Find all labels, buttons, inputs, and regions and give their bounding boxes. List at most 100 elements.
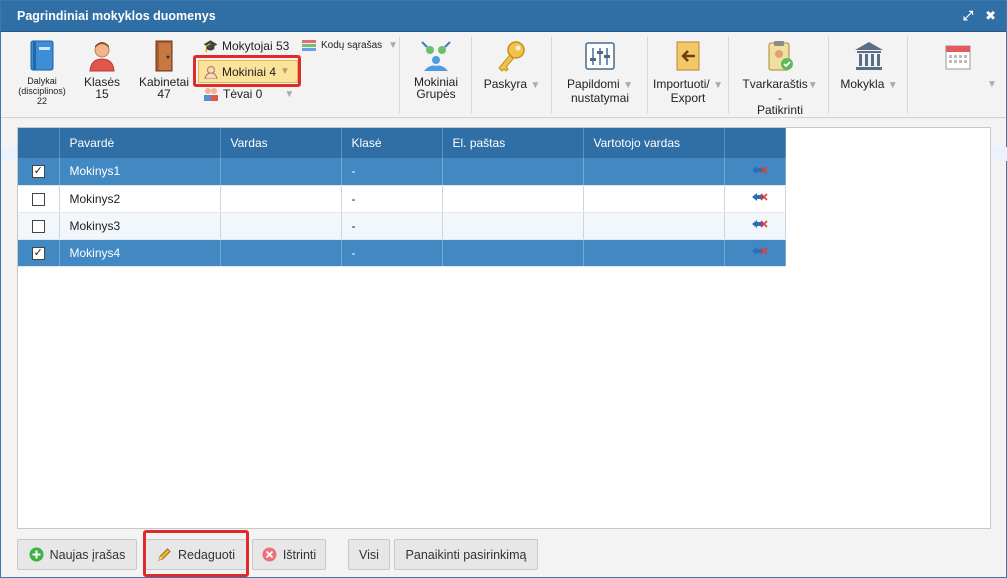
door-icon [155,40,173,72]
ribbon-kodu-button[interactable]: Kodų sąrašas ▼ [301,39,398,51]
new-record-label: Naujas įrašas [49,547,126,562]
header-vardas[interactable]: Vardas [220,128,342,158]
ribbon-tvarkarastis-line3: Patikrinti [756,103,803,117]
ribbon-mokiniai-button[interactable]: Mokiniai 4 ▼ [198,60,298,83]
ribbon-calendar-button[interactable] [933,43,983,75]
header-select[interactable] [18,128,60,158]
ribbon-dalykai-button[interactable]: Dalykai (disciplinos) 22 [13,40,71,106]
ribbon-import-line2: Export [670,91,706,105]
ribbon-import-button[interactable]: Importuoti/ ▼ Export [651,40,725,104]
row-checkbox-cell[interactable]: ✓ [18,239,60,267]
header-email[interactable]: El. paštas [442,128,584,158]
ribbon-mokykla-button[interactable]: Mokykla ▼ [835,40,903,92]
cell-actions [724,158,786,186]
cell-pavarde: Mokinys4 [59,239,221,267]
edit-label: Redaguoti [178,547,235,562]
cancel-selection-button[interactable]: Panaikinti pasirinkimą [394,539,538,570]
table-row[interactable]: Mokinys2 - [18,185,786,213]
ribbon-mokykla-label: Mokykla [840,77,885,91]
row-checkbox-cell[interactable]: ✓ [18,158,60,186]
chevron-down-icon[interactable]: ▼ [713,80,723,91]
ribbon-tevai-button[interactable]: Tėvai 0 ▼ [203,87,294,101]
ribbon-dalykai-label: Dalykai (disciplinos) [18,76,66,96]
login-as-icon[interactable] [751,164,769,176]
delete-circle-icon [262,547,277,562]
header-klase[interactable]: Klasė [341,128,443,158]
graduation-cap-icon: 🎓 [203,39,218,53]
clipboard-check-icon [768,41,793,71]
ribbon-paskyra-label: Paskyra [483,77,528,91]
cell-klase: - [341,185,443,213]
header-actions [724,128,786,158]
chevron-down-icon[interactable]: ▼ [280,66,290,77]
table-row[interactable]: ✓ Mokinys1 - [18,158,786,186]
cell-username [583,158,725,186]
row-checkbox-cell[interactable] [18,185,60,213]
background-strip [991,147,1007,161]
resize-icon[interactable]: ⤢ [963,8,973,24]
calendar-icon [945,45,971,70]
ribbon-papildomi-button[interactable]: Papildomi ▼ nustatymai [557,40,643,104]
all-button[interactable]: Visi [348,539,390,570]
login-as-icon[interactable] [751,245,769,257]
chevron-down-icon[interactable]: ▼ [284,89,294,100]
row-checkbox[interactable] [31,219,45,233]
ribbon-separator [828,37,829,113]
delete-button[interactable]: Ištrinti [252,539,326,570]
cell-email [442,158,584,186]
row-checkbox[interactable]: ✓ [31,246,45,260]
students-table: Pavardė Vardas Klasė El. paštas Vartotoj… [18,128,786,267]
chevron-down-icon[interactable]: ▼ [530,80,540,91]
table-row[interactable]: Mokinys3 - [18,212,786,240]
ribbon-separator [728,37,729,113]
ribbon-kodu-label: Kodų sąrašas [321,39,383,51]
ribbon-dalykai-count: 22 [36,96,47,106]
header-pavarde[interactable]: Pavardė [59,128,221,158]
cell-vardas [220,239,342,267]
login-as-icon[interactable] [751,218,769,230]
ribbon-import-line1: Importuoti/ [653,77,710,91]
action-bar: Naujas įrašas Redaguoti Ištrinti Visi Pa… [17,530,997,577]
row-checkbox[interactable] [31,192,45,206]
cell-vardas [220,185,342,213]
ribbon-paskyra-button[interactable]: Paskyra ▼ [479,40,545,92]
chevron-down-icon[interactable]: ▼ [888,80,898,91]
cell-actions [724,185,786,213]
student-small-icon [204,65,218,79]
parents-icon [204,88,218,101]
cell-klase: - [341,239,443,267]
login-as-icon[interactable] [751,191,769,203]
edit-button[interactable]: Redaguoti [145,539,247,570]
chevron-down-icon[interactable]: ▼ [623,80,633,91]
ribbon-tvarkarastis-button[interactable]: Tvarkaraštis▼ - Patikrinti [735,40,825,116]
all-label: Visi [359,547,379,562]
ribbon-tvarkarastis-line1: Tvarkaraštis [742,77,808,91]
header-username[interactable]: Vartotojo vardas [583,128,725,158]
building-icon [855,42,883,70]
table-header-row: Pavardė Vardas Klasė El. paštas Vartotoj… [18,128,786,158]
chevron-down-icon[interactable]: ▼ [808,80,818,91]
key-icon [498,41,525,72]
ribbon-kabinetai-button[interactable]: Kabinetai 47 [135,40,193,100]
ribbon-separator [399,37,400,113]
row-checkbox-cell[interactable] [18,212,60,240]
cell-vardas [220,158,342,186]
ribbon-mokiniai-grupes-button[interactable]: Mokiniai Grupės [405,40,467,100]
ribbon-mokiniai-label: Mokiniai 4 [222,64,277,79]
sliders-icon [585,42,615,70]
ribbon-klases-button[interactable]: Klasės 15 [77,40,127,100]
row-checkbox[interactable]: ✓ [31,165,45,179]
cell-email [442,185,584,213]
chevron-down-icon[interactable]: ▼ [388,40,398,51]
ribbon-toolbar: Dalykai (disciplinos) 22 Klasės 15 Kabin… [1,33,1006,118]
ribbon-mokiniai-grupes-line2: Grupės [416,87,456,101]
ribbon-klases-count: 15 [95,87,109,101]
ribbon-mokytojai-button[interactable]: 🎓 Mokytojai 53 [203,39,289,53]
chevron-down-icon[interactable]: ▼ [987,79,997,90]
cell-actions [724,239,786,267]
new-record-button[interactable]: Naujas įrašas [17,539,137,570]
close-icon[interactable]: ✖ [985,8,996,24]
table-row[interactable]: ✓ Mokinys4 - [18,239,786,267]
pencil-icon [158,548,171,561]
student-icon [89,42,115,72]
